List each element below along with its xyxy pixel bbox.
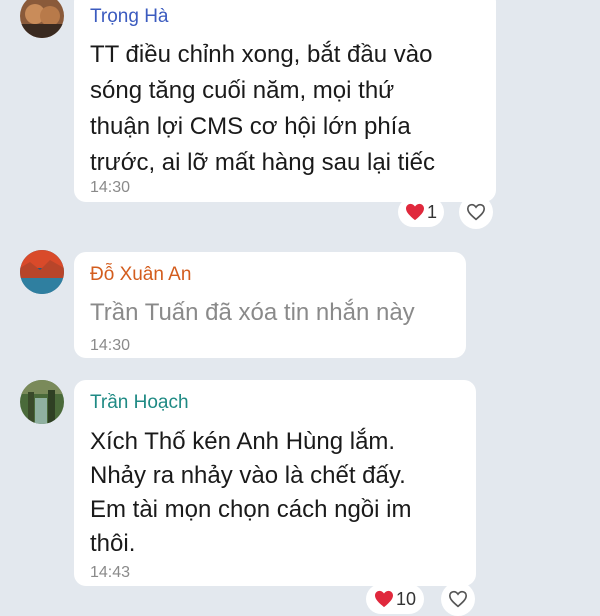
message-bubble[interactable]: Đỗ Xuân An Trần Tuấn đã xóa tin nhắn này… (74, 252, 466, 358)
sender-name[interactable]: Trọng Hà (90, 6, 169, 28)
avatar[interactable] (20, 0, 64, 38)
message-time: 14:30 (90, 179, 131, 196)
message-line: Em tài mọn chọn cách ngồi im (90, 496, 412, 523)
heart-outline-icon (466, 203, 486, 221)
message-line: Xích Thố kén Anh Hùng lắm. (90, 428, 396, 455)
message-line: thôi. (90, 530, 136, 557)
avatar-photo (20, 250, 64, 294)
avatar[interactable] (20, 250, 64, 294)
reaction-count: 10 (395, 588, 417, 609)
message-line: thuận lợi CMS cơ hội lớn phía (90, 113, 411, 140)
avatar-photo (20, 0, 64, 38)
react-button[interactable] (441, 582, 475, 616)
reaction-badge[interactable]: 10 (366, 584, 424, 614)
message-time: 14:30 (90, 337, 131, 354)
message-line: sóng tăng cuối năm, mọi thứ (90, 77, 395, 104)
deleted-message-text: Trần Tuấn đã xóa tin nhắn này (90, 299, 415, 326)
avatar-photo (20, 380, 64, 424)
reaction-badge[interactable]: 1 (398, 197, 444, 227)
sender-name[interactable]: Đỗ Xuân An (90, 264, 191, 286)
react-button[interactable] (459, 195, 493, 229)
heart-icon (405, 203, 424, 221)
message-line: TT điều chỉnh xong, bắt đầu vào (90, 41, 433, 68)
message-line: trước, ai lỡ mất hàng sau lại tiếc (90, 149, 436, 176)
reaction-count: 1 (426, 201, 437, 222)
heart-outline-icon (448, 590, 468, 608)
message-bubble[interactable]: Trần Hoạch Xích Thố kén Anh Hùng lắm. Nh… (74, 380, 476, 586)
message-time: 14:43 (90, 564, 131, 581)
avatar[interactable] (20, 380, 64, 424)
sender-name[interactable]: Trần Hoạch (90, 392, 189, 414)
message-line: Nhảy ra nhảy vào là chết đấy. (90, 462, 406, 489)
heart-icon (374, 590, 393, 608)
message-bubble[interactable]: Trọng Hà TT điều chỉnh xong, bắt đầu vào… (74, 0, 496, 202)
